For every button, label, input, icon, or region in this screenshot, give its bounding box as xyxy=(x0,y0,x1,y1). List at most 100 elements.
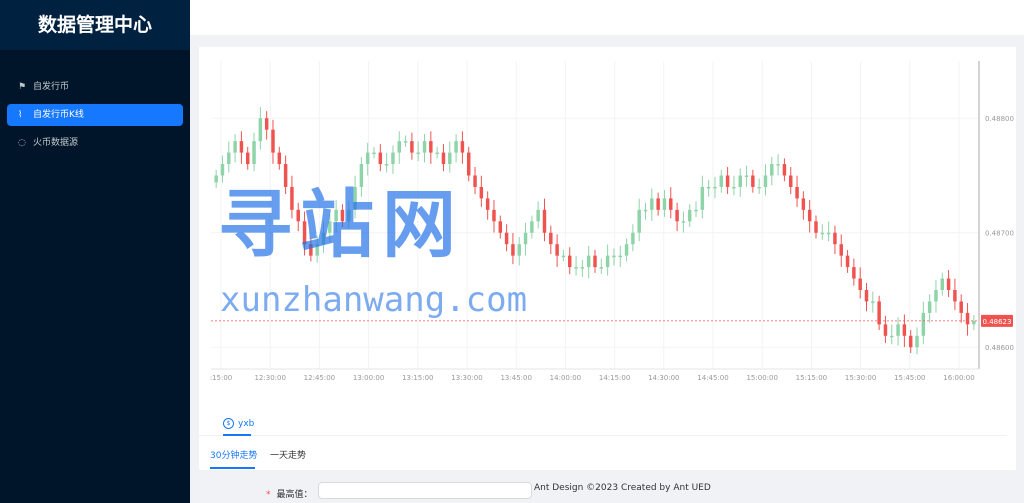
candle-body xyxy=(574,267,578,269)
candle-body xyxy=(485,198,490,210)
candle-body xyxy=(536,209,540,222)
candle-body xyxy=(656,198,660,210)
candle-body xyxy=(744,175,749,177)
candle-body xyxy=(776,164,780,166)
x-tick-label: 15:30:00 xyxy=(845,374,876,382)
candle-body xyxy=(738,175,742,187)
candle-body xyxy=(214,175,218,183)
candle-body xyxy=(605,255,610,268)
candle-body xyxy=(441,152,446,165)
candle-body xyxy=(662,198,667,210)
candle-body xyxy=(220,164,225,176)
candle-body xyxy=(555,244,559,256)
candle-body xyxy=(643,209,648,212)
candle-body xyxy=(612,255,616,258)
x-tick-label: 13:45:00 xyxy=(500,374,531,382)
period-tabs: 30分钟走势 一天走势 xyxy=(199,443,1007,471)
sidebar-item-huobi-source[interactable]: ◌ 火币数据源 xyxy=(7,132,183,154)
candle-body xyxy=(252,141,256,165)
candle-body xyxy=(782,164,787,176)
kline-chart[interactable]: 0.48600 0.48700 0.48800:15:00 12:30:00 12:45… xyxy=(199,47,1016,387)
candle-body xyxy=(763,175,768,187)
candle-body xyxy=(492,209,496,222)
candle-body xyxy=(511,244,515,256)
candle-body xyxy=(700,186,705,210)
candle-body xyxy=(372,152,376,155)
candle-body xyxy=(669,198,673,210)
candle-body xyxy=(347,209,351,222)
candle-body xyxy=(448,152,452,165)
sidebar-item-label: 自发行币K线 xyxy=(33,110,84,120)
candle-body xyxy=(618,255,622,258)
candle-body xyxy=(858,278,862,290)
tab-30min-trend[interactable]: 30分钟走势 xyxy=(210,448,257,461)
candle-body xyxy=(814,221,818,233)
coin-tabs: $ yxb xyxy=(199,413,1007,436)
footer-text: Ant Design ©2023 Created by Ant UED xyxy=(534,483,711,493)
candle-body xyxy=(271,129,275,153)
x-tick-label: 13:00:00 xyxy=(353,374,384,382)
candle-body xyxy=(227,152,231,165)
candle-body xyxy=(542,209,547,233)
candle-body xyxy=(340,209,345,222)
y-tick-label: 0.48600 xyxy=(985,344,1014,352)
sidebar-item-self-issued-coin[interactable]: ⚑ 自发行币 xyxy=(7,76,183,98)
sidebar-item-coin-kline[interactable]: ⌇ 自发行币K线 xyxy=(7,104,183,126)
required-mark: * xyxy=(266,490,271,500)
y-tick-label: 0.48700 xyxy=(985,230,1014,238)
max-value-input[interactable] xyxy=(318,482,532,499)
candle-body xyxy=(770,164,774,176)
last-price-label: 0.48623 xyxy=(983,318,1012,326)
candle-body xyxy=(523,232,528,245)
candle-body xyxy=(302,221,307,245)
candle-body xyxy=(593,255,597,268)
candle-body xyxy=(561,255,566,258)
app-title: 数据管理中心 xyxy=(0,0,190,50)
x-tick-label: 15:45:00 xyxy=(894,374,925,382)
candle-body xyxy=(586,255,591,268)
tab-yxb[interactable]: $ yxb xyxy=(223,418,254,429)
candle-body xyxy=(694,209,698,212)
candle-body xyxy=(890,335,894,338)
tab-active-indicator xyxy=(223,434,251,436)
sidebar-menu: ⚑ 自发行币 ⌇ 自发行币K线 ◌ 火币数据源 xyxy=(0,76,190,154)
candle-body xyxy=(681,221,686,223)
candle-body xyxy=(852,267,856,279)
x-tick-label: 15:00:00 xyxy=(746,374,777,382)
candle-body xyxy=(549,232,553,245)
candle-body xyxy=(296,209,300,222)
dollar-circle-icon: $ xyxy=(223,418,234,429)
x-tick-label: :15:00 xyxy=(210,374,233,382)
candle-body xyxy=(315,244,319,256)
max-value-label-text: 最高值： xyxy=(276,490,313,500)
candle-body xyxy=(820,232,825,235)
candle-body xyxy=(826,232,831,235)
candle-body xyxy=(650,198,654,210)
fire-icon: ◌ xyxy=(18,138,26,148)
sidebar-item-label: 火币数据源 xyxy=(33,138,79,148)
x-tick-label: 16:00:00 xyxy=(943,374,974,382)
x-tick-label: 12:45:00 xyxy=(304,374,335,382)
candle-body xyxy=(429,141,433,153)
candle-body xyxy=(687,209,692,222)
candle-body xyxy=(239,141,244,153)
candle-body xyxy=(264,118,269,130)
candle-body xyxy=(902,324,907,336)
x-tick-label: 15:15:00 xyxy=(796,374,827,382)
sidebar-item-label: 自发行币 xyxy=(33,82,70,92)
candle-body xyxy=(328,221,332,233)
candle-body xyxy=(757,186,761,189)
candle-body xyxy=(290,186,294,210)
candle-body xyxy=(713,186,717,189)
candle-body xyxy=(845,255,850,268)
candle-body xyxy=(454,141,458,153)
tab-day-trend[interactable]: 一天走势 xyxy=(270,448,306,461)
candle-body xyxy=(631,232,635,245)
candle-body xyxy=(675,209,679,222)
candle-body xyxy=(719,175,724,187)
candle-body xyxy=(530,221,534,233)
candle-body xyxy=(972,320,976,325)
x-tick-label: 14:30:00 xyxy=(648,374,679,382)
candle-body xyxy=(953,289,957,302)
candle-body xyxy=(245,152,250,165)
